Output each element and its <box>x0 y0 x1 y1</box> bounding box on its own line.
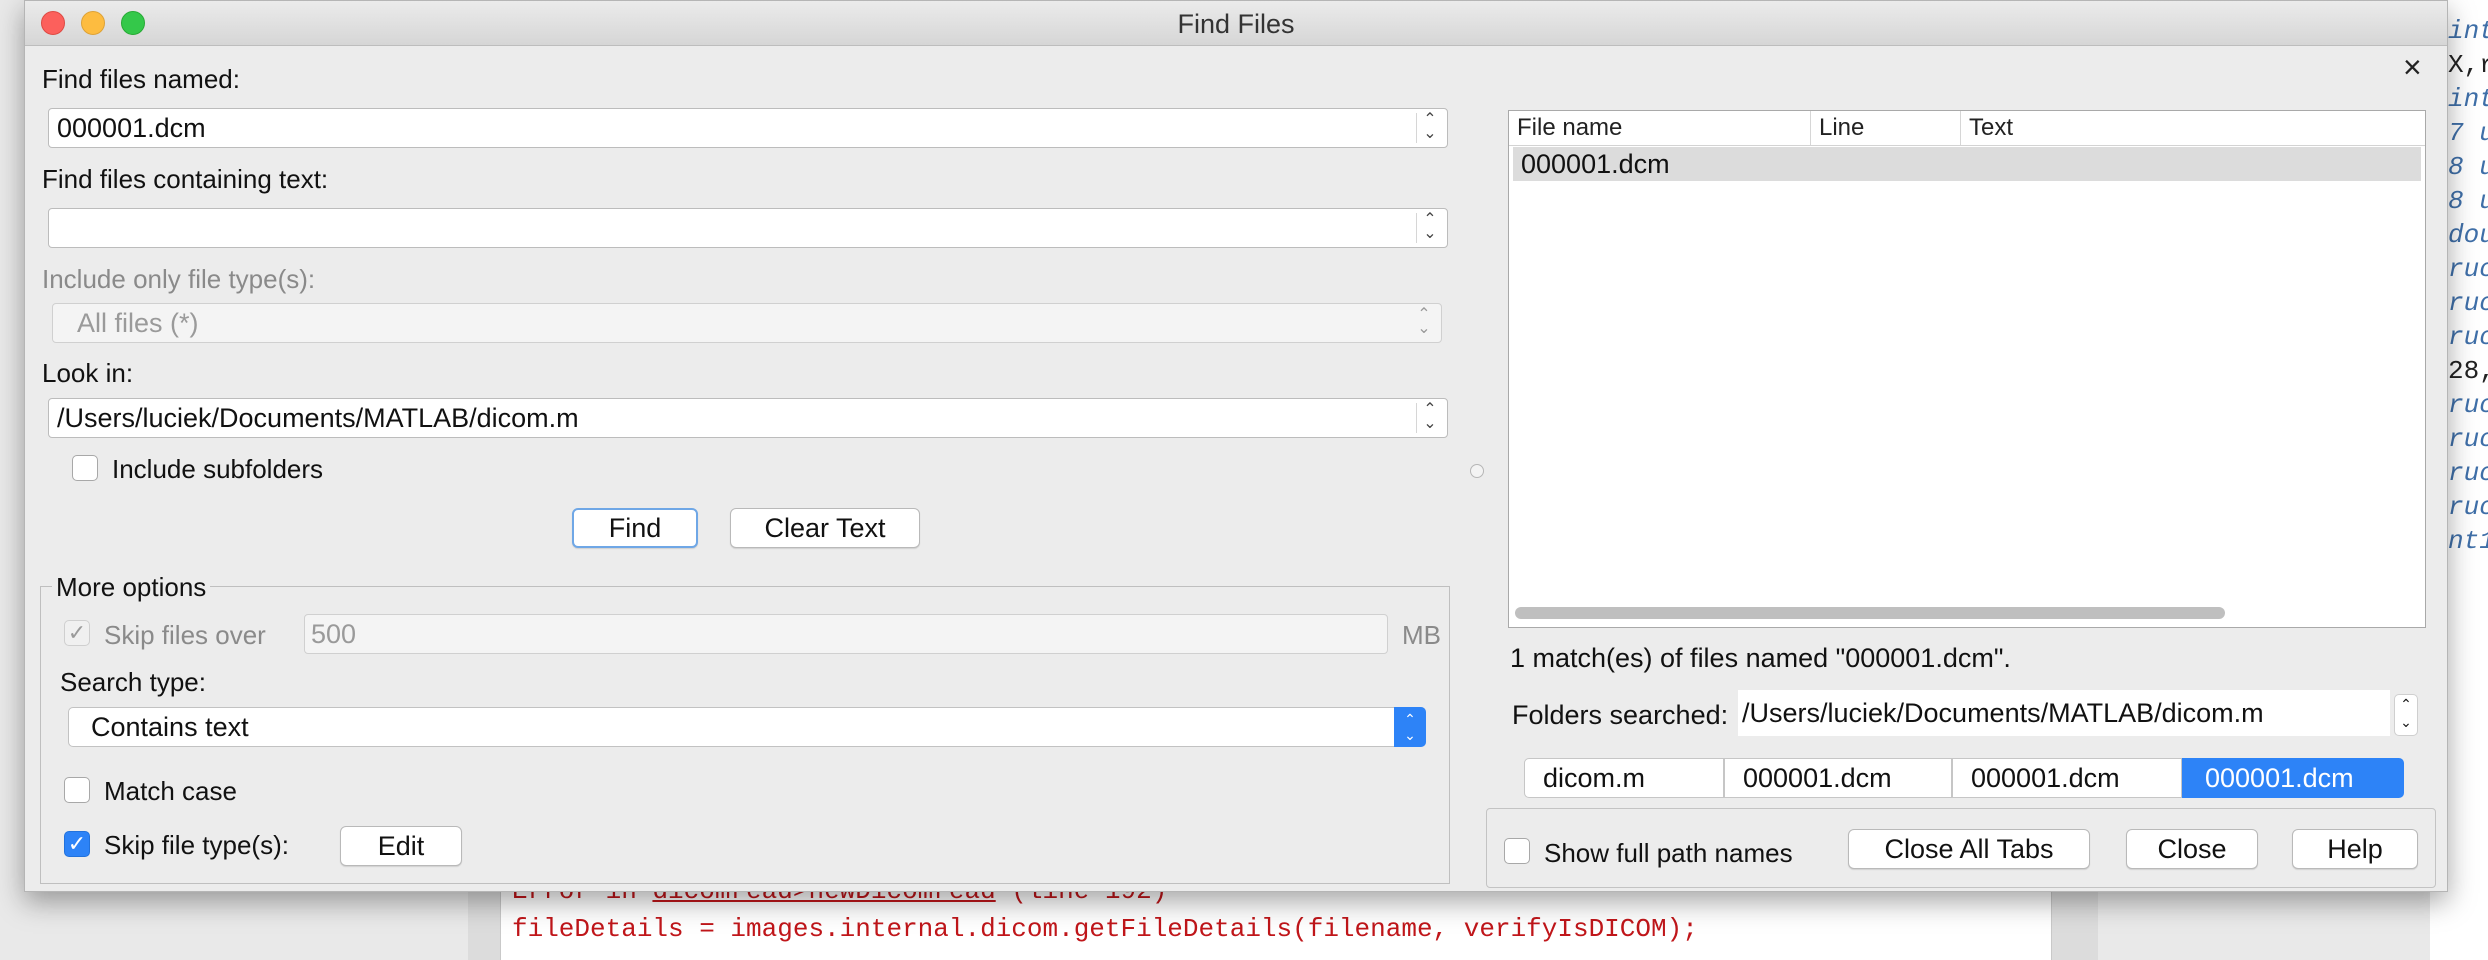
spinner-arrows-icon[interactable]: ⌃ ⌄ <box>2394 694 2418 736</box>
full-path-label: Show full path names <box>1544 838 1793 868</box>
skip-types-label: Skip file type(s): <box>104 830 289 860</box>
checkmark-icon: ✓ <box>64 620 90 646</box>
filetype-label: Include only file type(s): <box>42 264 316 294</box>
folders-searched-label: Folders searched: <box>1512 700 1729 730</box>
close-icon[interactable]: × <box>2403 51 2422 83</box>
search-type-value: Contains text <box>91 712 249 742</box>
background-code-line: ruc <box>2448 390 2488 420</box>
close-all-tabs-button[interactable]: Close All Tabs <box>1848 829 2090 869</box>
skip-over-field: 500 <box>304 614 1388 654</box>
name-field-value: 000001.dcm <box>57 113 206 143</box>
row-file-name: 000001.dcm <box>1521 149 1670 179</box>
subfolders-checkbox[interactable] <box>72 455 98 481</box>
background-code-line: dou <box>2448 220 2488 250</box>
background-code-line: ruc <box>2448 492 2488 522</box>
results-table[interactable]: File name Line Text 000001.dcm <box>1508 110 2426 628</box>
tab-result-1[interactable]: 000001.dcm <box>1724 758 1952 798</box>
background-code-line: 8 u <box>2448 152 2488 182</box>
skip-over-label: Skip files over <box>104 620 266 650</box>
filetype-select[interactable]: All files (*) ⌃ ⌄ <box>52 303 1442 343</box>
more-options-title: More options <box>52 572 211 603</box>
background-code-line: ruc <box>2448 458 2488 488</box>
text-label: Find files containing text: <box>42 164 329 194</box>
background-code-line: 7 u <box>2448 118 2488 148</box>
background-code-line: nt16 <box>2448 526 2488 556</box>
horizontal-scrollbar[interactable] <box>1515 605 2419 621</box>
window-title: Find Files <box>1177 9 1295 39</box>
name-label: Find files named: <box>42 64 240 94</box>
text-field[interactable]: ⌃ ⌄ <box>48 208 1448 248</box>
full-path-checkbox[interactable] <box>1504 838 1530 864</box>
search-type-select[interactable]: Contains text ⌃ ⌄ <box>68 707 1426 747</box>
lookin-value: /Users/luciek/Documents/MATLAB/dicom.m <box>57 403 579 433</box>
folders-searched-field[interactable]: /Users/luciek/Documents/MATLAB/dicom.m <box>1738 690 2390 736</box>
scrollbar-thumb[interactable] <box>1515 607 2225 619</box>
help-button[interactable]: Help <box>2292 829 2418 869</box>
background-code-line: inta <box>2448 84 2488 114</box>
error-code-line: fileDetails = images.internal.dicom.getF… <box>512 914 1698 944</box>
lookin-field[interactable]: /Users/luciek/Documents/MATLAB/dicom.m ⌃… <box>48 398 1448 438</box>
tab-dicom-m[interactable]: dicom.m <box>1524 758 1724 798</box>
column-line[interactable]: Line <box>1811 111 1961 145</box>
background-code-line: 8 u <box>2448 186 2488 216</box>
tab-result-3[interactable]: 000001.dcm <box>2182 758 2404 798</box>
dropdown-arrow-icon: ⌃ ⌄ <box>1411 307 1437 338</box>
background-code-line: 28, <box>2448 356 2488 386</box>
find-button[interactable]: Find <box>572 508 698 548</box>
close-button[interactable]: Close <box>2126 829 2258 869</box>
clear-text-button[interactable]: Clear Text <box>730 508 920 548</box>
background-code-line: ruc <box>2448 288 2488 318</box>
edit-button[interactable]: Edit <box>340 826 462 866</box>
status-text: 1 match(es) of files named "000001.dcm". <box>1510 643 2011 673</box>
background-code-line: X,re <box>2448 50 2488 80</box>
column-text[interactable]: Text <box>1961 111 2423 145</box>
skip-over-value: 500 <box>311 619 357 649</box>
background-code-line: ruc <box>2448 254 2488 284</box>
match-case-checkbox[interactable] <box>64 777 90 803</box>
splitter-handle[interactable] <box>1470 464 1484 478</box>
search-type-label: Search type: <box>60 667 206 697</box>
results-header: File name Line Text <box>1509 111 2425 146</box>
dropdown-arrow-icon[interactable]: ⌃ ⌄ <box>1394 707 1426 747</box>
background-code-line: ruc <box>2448 424 2488 454</box>
spinner-arrows-icon[interactable]: ⌃ ⌄ <box>1416 112 1443 143</box>
filetype-value: All files (*) <box>77 308 199 338</box>
lookin-label: Look in: <box>42 358 134 388</box>
background-code-line: inta <box>2448 16 2488 46</box>
title-bar[interactable]: Find Files <box>25 1 2447 46</box>
name-field[interactable]: 000001.dcm ⌃ ⌄ <box>48 108 1448 148</box>
skip-types-checkbox[interactable]: ✓ <box>64 831 90 857</box>
background-code-line: ruc <box>2448 322 2488 352</box>
skip-over-unit: MB <box>1402 620 1441 650</box>
match-case-label: Match case <box>104 776 237 806</box>
tab-result-2[interactable]: 000001.dcm <box>1952 758 2182 798</box>
table-row[interactable]: 000001.dcm <box>1513 147 2421 181</box>
spinner-arrows-icon[interactable]: ⌃ ⌄ <box>1416 212 1443 243</box>
column-file-name[interactable]: File name <box>1509 111 1811 145</box>
spinner-arrows-icon[interactable]: ⌃ ⌄ <box>1416 402 1443 433</box>
subfolders-label: Include subfolders <box>112 454 324 484</box>
